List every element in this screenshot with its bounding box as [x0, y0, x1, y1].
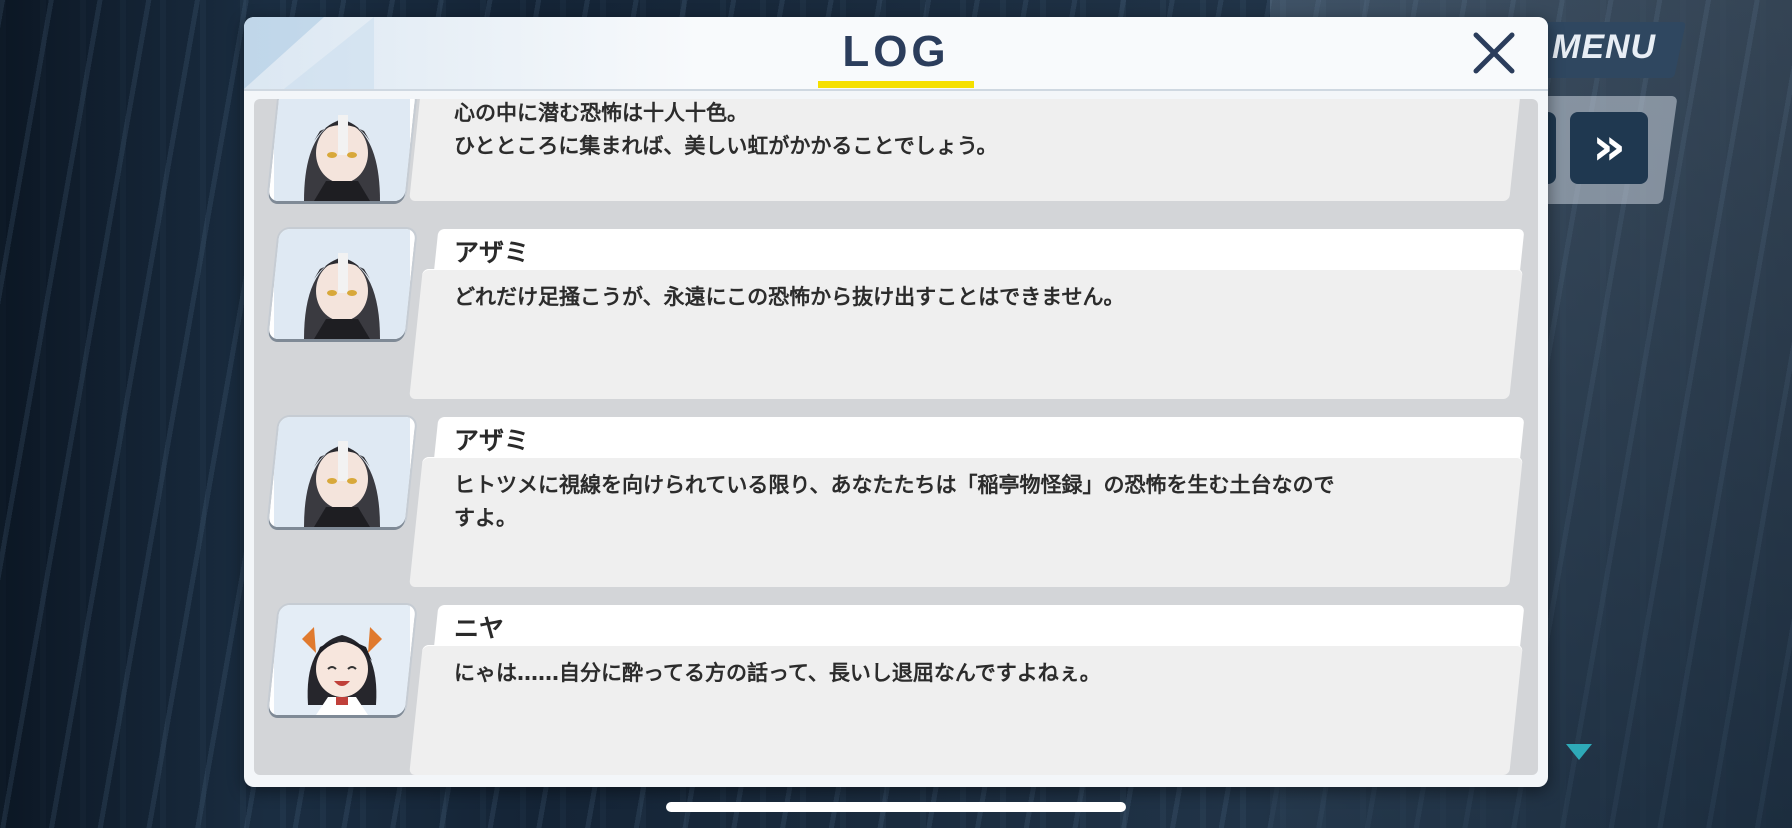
- message-text: 心の中に潜む恐怖は十人十色。 ひとところに集まれば、美しい虹がかかることでしょう…: [454, 101, 998, 158]
- speaker-portrait: [268, 229, 416, 339]
- title-underline: [818, 81, 974, 88]
- log-dialog: LOG 心の中に潜む恐怖は十人十色。 ひとところに集まれば、美しい虹がかかること…: [244, 17, 1548, 787]
- skip-button[interactable]: »: [1570, 112, 1648, 184]
- speaker-portrait: [268, 99, 416, 201]
- message-text: にゃは……自分に酔ってる方の話って、長いし退屈なんですよねぇ。: [454, 661, 1101, 685]
- log-entry: アザミ ヒトツメに視線を向けられている限り、あなたたちは「稲亭物怪録」の恐怖を生…: [254, 417, 1538, 587]
- close-button[interactable]: [1466, 25, 1522, 81]
- log-title: LOG: [842, 27, 950, 76]
- azami-portrait-icon: [274, 99, 410, 201]
- log-entry: ニヤ にゃは……自分に酔ってる方の話って、長いし退屈なんですよねぇ。: [254, 605, 1538, 775]
- azami-portrait-icon: [274, 229, 410, 339]
- scroll-down-indicator-icon: [1566, 744, 1592, 760]
- home-indicator[interactable]: [666, 802, 1126, 812]
- message-text: どれだけ足掻こうが、永遠にこの恐怖から抜け出すことはできません。: [454, 285, 1125, 309]
- speaker-portrait: [268, 605, 416, 715]
- speaker-name: アザミ: [454, 238, 530, 267]
- speaker-name: ニヤ: [454, 614, 505, 643]
- log-header: LOG: [244, 17, 1548, 89]
- azami-portrait-icon: [274, 417, 410, 527]
- menu-button-label: MENU: [1552, 28, 1657, 66]
- message-text: ヒトツメに視線を向けられている限り、あなたたちは「稲亭物怪録」の恐怖を生む土台な…: [454, 473, 1335, 530]
- header-divider: [244, 89, 1548, 91]
- speaker-name: アザミ: [454, 426, 530, 455]
- log-entry: 心の中に潜む恐怖は十人十色。 ひとところに集まれば、美しい虹がかかることでしょう…: [254, 99, 1538, 209]
- close-icon: [1473, 32, 1515, 74]
- log-list[interactable]: 心の中に潜む恐怖は十人十色。 ひとところに集まれば、美しい虹がかかることでしょう…: [254, 99, 1538, 775]
- speaker-portrait: [268, 417, 416, 527]
- log-entry: アザミ どれだけ足掻こうが、永遠にこの恐怖から抜け出すことはできません。: [254, 229, 1538, 399]
- niya-portrait-icon: [274, 605, 410, 715]
